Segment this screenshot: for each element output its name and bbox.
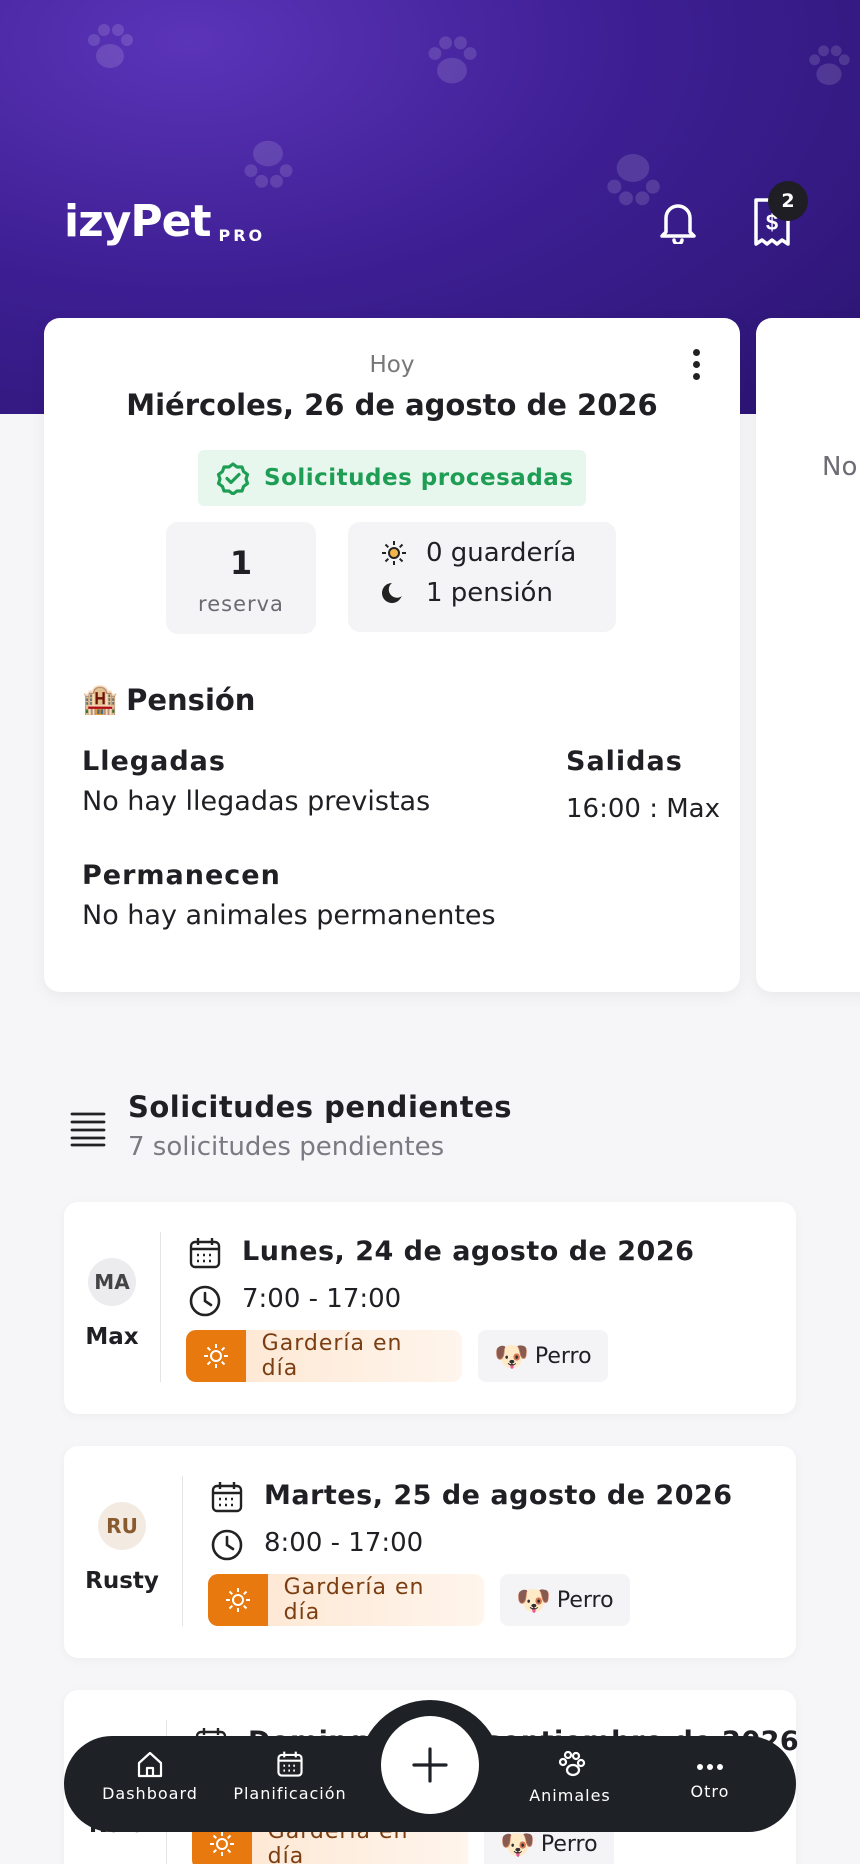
boarding-summary: 1 pensión xyxy=(426,578,553,608)
section-title-text: Pensión xyxy=(126,682,256,717)
sun-icon xyxy=(225,1588,250,1612)
app-tier: PRO xyxy=(218,226,266,245)
reservations-stat: 1 reserva xyxy=(166,522,316,634)
next-day-text: No xyxy=(822,452,858,482)
request-time: 7:00 - 17:00 xyxy=(242,1284,402,1314)
daycare-summary: 0 guardería xyxy=(426,538,577,568)
card-divider xyxy=(182,1476,183,1626)
species-chip: 🐶 Perro xyxy=(500,1574,630,1626)
paw-decoration-icon xyxy=(88,24,133,68)
next-day-card[interactable]: No xyxy=(756,318,860,992)
notifications-button[interactable] xyxy=(650,194,706,250)
nav-dashboard[interactable]: Dashboard xyxy=(100,1750,200,1803)
nav-other[interactable]: Otro xyxy=(660,1758,760,1801)
calendar-icon xyxy=(211,1482,243,1513)
paw-decoration-icon xyxy=(809,45,850,85)
departures-label: Salidas xyxy=(566,746,683,777)
nav-other-label: Otro xyxy=(690,1782,730,1801)
notifications-badge: 2 xyxy=(768,181,808,221)
daycare-row: 0 guardería xyxy=(380,538,576,568)
calendar-icon xyxy=(277,1751,303,1777)
status-text: Solicitudes procesadas xyxy=(264,465,574,491)
dog-icon: 🐶 xyxy=(500,1827,535,1861)
pending-count: 7 solicitudes pendientes xyxy=(128,1132,445,1162)
paw-icon xyxy=(558,1750,586,1777)
pending-title: Solicitudes pendientes xyxy=(128,1090,512,1124)
list-icon xyxy=(70,1112,106,1147)
request-time: 8:00 - 17:00 xyxy=(264,1528,424,1558)
card-divider xyxy=(160,1232,161,1382)
plus-icon xyxy=(412,1747,448,1783)
boarding-row: 1 pensión xyxy=(380,578,553,608)
dog-icon: 🐶 xyxy=(494,1339,529,1373)
reservations-count: 1 xyxy=(229,544,253,582)
app-name: izyPet xyxy=(64,196,211,247)
sun-icon xyxy=(382,541,406,565)
nav-animals-label: Animales xyxy=(529,1786,611,1805)
species-label: Perro xyxy=(540,1831,598,1857)
pending-request-card[interactable] xyxy=(64,1202,796,1414)
service-label: Gardería en día xyxy=(283,1575,425,1625)
nav-planning[interactable]: Planificación xyxy=(230,1750,350,1803)
avatar: RU xyxy=(98,1502,146,1550)
moon-icon xyxy=(382,583,402,603)
request-date: Martes, 25 de agosto de 2026 xyxy=(264,1480,733,1511)
species-chip: 🐶 Perro xyxy=(478,1330,608,1382)
home-icon xyxy=(137,1751,163,1778)
pet-name: Rusty xyxy=(85,1568,159,1594)
service-label: Gardería en día xyxy=(261,1331,403,1381)
nav-animals[interactable]: Animales xyxy=(520,1750,620,1805)
arrivals-label: Llegadas xyxy=(82,746,226,777)
pending-request-card[interactable] xyxy=(64,1446,796,1658)
reservations-label: reserva xyxy=(198,592,284,616)
more-icon xyxy=(697,1764,723,1770)
staying-value: No hay animales permanentes xyxy=(82,900,496,931)
nav-dashboard-label: Dashboard xyxy=(102,1784,198,1803)
dog-icon: 🐶 xyxy=(516,1583,551,1617)
service-chip: Gardería en día xyxy=(186,1330,462,1382)
status-badge: Solicitudes procesadas xyxy=(198,450,586,506)
today-date: Miércoles, 26 de agosto de 2026 xyxy=(126,388,658,422)
pet-name: Max xyxy=(85,1324,139,1350)
check-circle-icon xyxy=(216,462,250,495)
avatar: MA xyxy=(88,1258,136,1306)
paw-decoration-icon xyxy=(244,140,293,188)
arrivals-value: No hay llegadas previstas xyxy=(82,786,431,817)
clock-icon xyxy=(211,1529,243,1561)
boarding-section-title: 🏨 Pensión xyxy=(82,682,255,717)
clock-icon xyxy=(189,1285,221,1317)
today-label: Hoy xyxy=(369,352,415,378)
species-label: Perro xyxy=(534,1343,592,1369)
staying-label: Permanecen xyxy=(82,860,281,891)
paw-decoration-icon xyxy=(428,36,477,84)
departures-value: 16:00 : Max xyxy=(566,794,720,824)
sun-icon xyxy=(209,1832,234,1856)
service-chip: Gardería en día xyxy=(208,1574,484,1626)
calendar-icon xyxy=(189,1238,221,1269)
sun-icon xyxy=(203,1344,228,1368)
add-button[interactable] xyxy=(381,1716,479,1814)
hotel-icon: 🏨 xyxy=(82,682,119,716)
nav-planning-label: Planificación xyxy=(233,1784,347,1803)
bell-icon xyxy=(660,204,696,244)
services-stat: 0 guardería 1 pensión xyxy=(348,522,616,632)
brand-logo: izyPet PRO xyxy=(64,196,265,247)
species-label: Perro xyxy=(556,1587,614,1613)
request-date: Lunes, 24 de agosto de 2026 xyxy=(242,1236,695,1267)
